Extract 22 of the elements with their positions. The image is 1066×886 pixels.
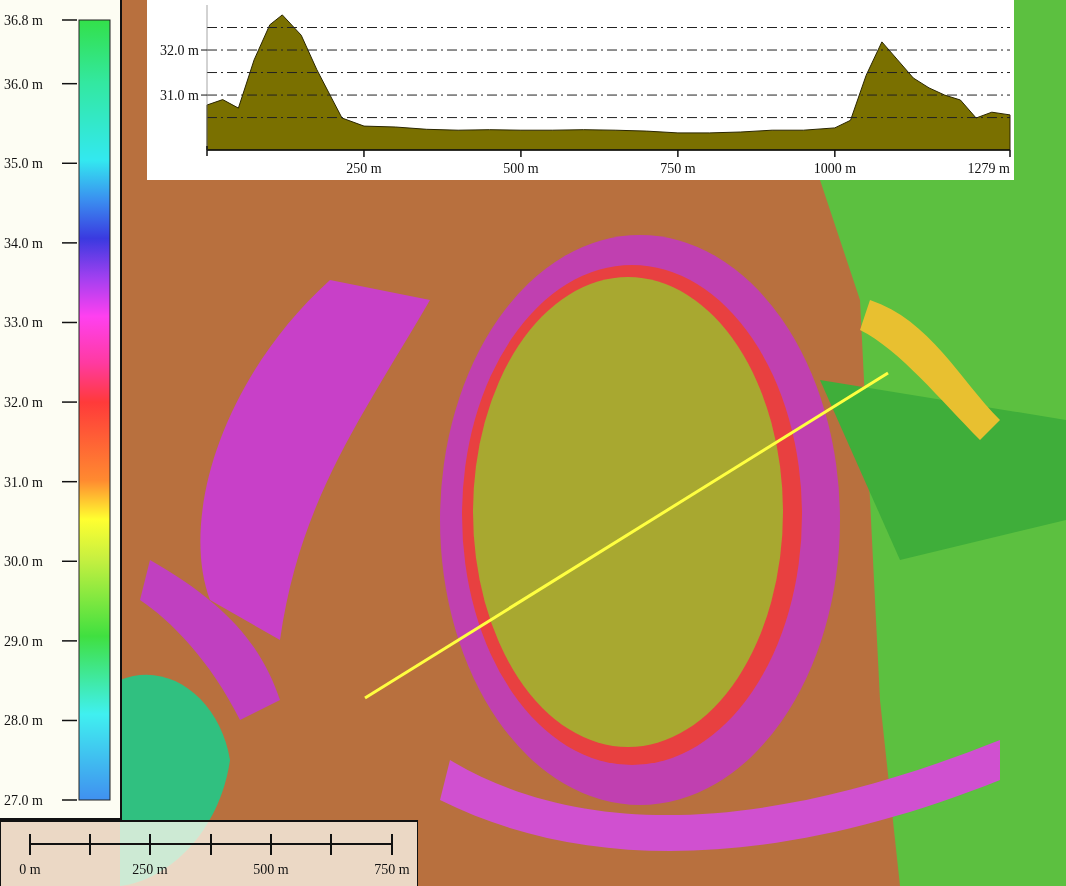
legend-label: 28.0 m bbox=[4, 713, 43, 729]
legend-label: 32.0 m bbox=[4, 395, 43, 411]
x-axis-label: 1000 m bbox=[813, 161, 857, 176]
scale-label: 0 m bbox=[19, 862, 41, 877]
legend-label: 31.0 m bbox=[4, 474, 43, 490]
legend-label: 35.0 m bbox=[4, 156, 43, 172]
scale-label: 500 m bbox=[253, 862, 289, 877]
legend-label: 27.0 m bbox=[4, 793, 43, 808]
legend-label: 36.8 m bbox=[4, 13, 43, 28]
legend-label: 29.0 m bbox=[4, 633, 43, 649]
y-axis-label: 31.0 m bbox=[160, 88, 199, 104]
x-axis-label: 1279 m bbox=[967, 161, 1010, 176]
x-axis-label: 500 m bbox=[503, 161, 539, 176]
x-axis-label: 250 m bbox=[346, 161, 382, 176]
scale-label: 750 m bbox=[374, 862, 410, 877]
legend-label: 34.0 m bbox=[4, 235, 43, 251]
legend-label: 33.0 m bbox=[4, 315, 43, 331]
legend-label: 36.0 m bbox=[4, 76, 43, 92]
scale-label: 250 m bbox=[132, 862, 168, 877]
y-axis-label: 32.0 m bbox=[160, 43, 199, 59]
x-axis-label: 750 m bbox=[660, 161, 696, 176]
legend-label: 30.0 m bbox=[4, 554, 43, 570]
